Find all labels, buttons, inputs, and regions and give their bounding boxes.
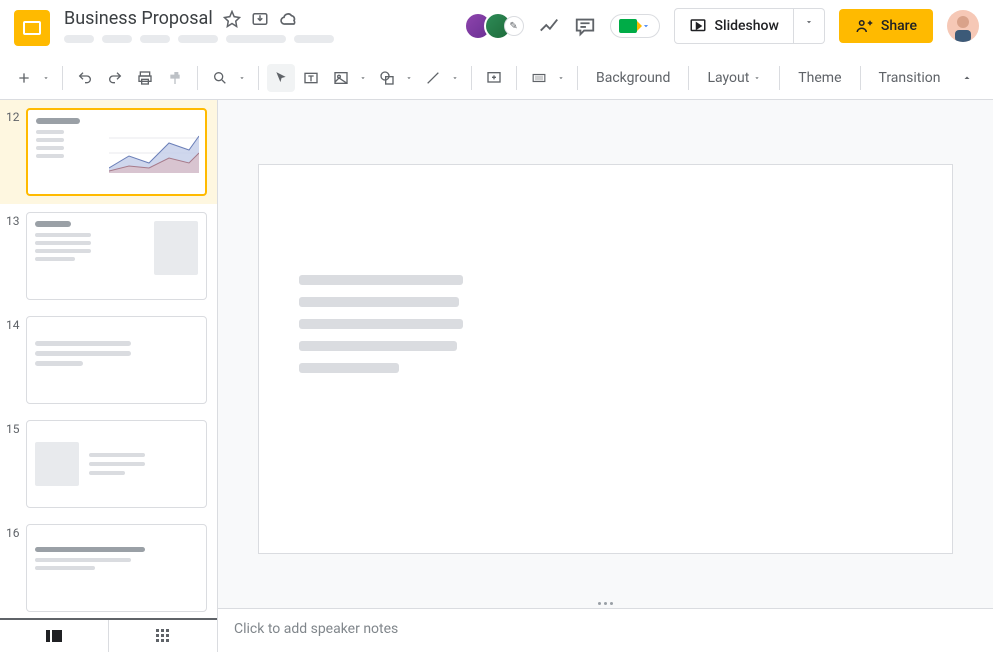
slide-number: 14 xyxy=(6,316,26,404)
thumbnail-panel: 12 xyxy=(0,100,217,618)
content-area: 12 xyxy=(0,100,993,652)
canvas-area: Click to add speaker notes xyxy=(218,100,993,652)
textbox-tool[interactable] xyxy=(297,64,325,92)
line-tool[interactable] xyxy=(419,64,447,92)
share-button[interactable]: Share xyxy=(839,9,933,43)
paint-format-button[interactable] xyxy=(161,64,189,92)
star-icon[interactable] xyxy=(223,10,241,28)
comment-tool[interactable] xyxy=(480,64,508,92)
meet-icon xyxy=(619,19,637,33)
shape-tool[interactable] xyxy=(373,64,401,92)
avatar-more[interactable]: ✎ xyxy=(504,16,524,36)
comments-icon[interactable] xyxy=(574,15,596,37)
filmstrip-view-button[interactable] xyxy=(0,620,108,652)
slide-canvas[interactable] xyxy=(258,164,953,554)
arrange-tool[interactable] xyxy=(525,64,553,92)
chart-icon xyxy=(109,128,199,184)
zoom-dropdown[interactable] xyxy=(234,64,250,92)
new-slide-dropdown[interactable] xyxy=(38,64,54,92)
image-tool[interactable] xyxy=(327,64,355,92)
image-dropdown[interactable] xyxy=(355,64,371,92)
toolbar: Background Layout Theme Transition xyxy=(0,56,993,100)
view-switcher xyxy=(0,618,217,652)
speaker-notes[interactable]: Click to add speaker notes xyxy=(218,608,993,652)
shape-dropdown[interactable] xyxy=(401,64,417,92)
share-label: Share xyxy=(881,18,917,34)
cloud-status-icon[interactable] xyxy=(279,9,299,29)
collaborator-avatars[interactable]: ✎ xyxy=(464,12,524,40)
undo-button[interactable] xyxy=(71,64,99,92)
slide-number: 12 xyxy=(6,108,26,196)
slide-thumbnail[interactable]: 13 xyxy=(0,204,217,308)
slide-number: 13 xyxy=(6,212,26,300)
move-icon[interactable] xyxy=(251,10,269,28)
title-area: Business Proposal xyxy=(64,8,464,43)
slide-thumbnail[interactable]: 15 xyxy=(0,412,217,516)
arrange-dropdown[interactable] xyxy=(553,64,569,92)
slides-logo[interactable] xyxy=(14,10,50,46)
layout-button[interactable]: Layout xyxy=(697,70,771,86)
select-tool[interactable] xyxy=(267,64,295,92)
theme-button[interactable]: Theme xyxy=(788,70,851,86)
slide-number: 15 xyxy=(6,420,26,508)
slideshow-label: Slideshow xyxy=(715,18,779,34)
slide-thumbnail[interactable]: 16 xyxy=(0,516,217,618)
slideshow-dropdown[interactable] xyxy=(794,8,825,44)
meet-button[interactable] xyxy=(610,14,660,38)
document-title[interactable]: Business Proposal xyxy=(64,8,213,29)
redo-button[interactable] xyxy=(101,64,129,92)
zoom-button[interactable] xyxy=(206,64,234,92)
version-history-icon[interactable] xyxy=(538,15,560,37)
slide-thumbnail[interactable]: 12 xyxy=(0,100,217,204)
notes-resize-handle[interactable] xyxy=(218,598,993,608)
print-button[interactable] xyxy=(131,64,159,92)
grid-view-button[interactable] xyxy=(109,620,217,652)
notes-placeholder: Click to add speaker notes xyxy=(234,621,398,637)
menu-bar[interactable] xyxy=(64,35,464,43)
slide-thumbnail[interactable]: 14 xyxy=(0,308,217,412)
slide-number: 16 xyxy=(6,524,26,612)
line-dropdown[interactable] xyxy=(447,64,463,92)
header: Business Proposal ✎ xyxy=(0,0,993,56)
background-button[interactable]: Background xyxy=(586,70,680,86)
new-slide-button[interactable] xyxy=(10,64,38,92)
sidebar: 12 xyxy=(0,100,218,652)
transition-button[interactable]: Transition xyxy=(869,70,951,86)
collapse-toolbar-icon[interactable] xyxy=(961,72,983,84)
account-avatar[interactable] xyxy=(947,10,979,42)
slideshow-button[interactable]: Slideshow xyxy=(674,8,794,44)
